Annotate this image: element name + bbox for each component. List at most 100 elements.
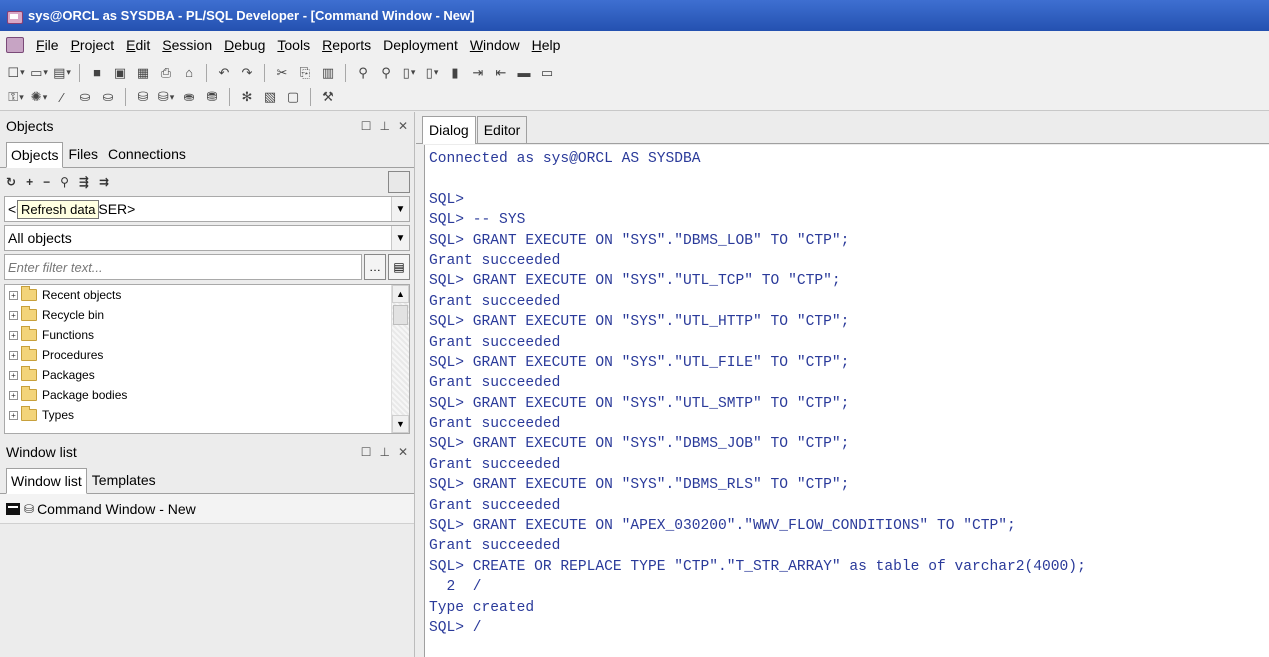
menu-item-edit[interactable]: Edit [120, 34, 156, 56]
menu-item-project[interactable]: Project [65, 34, 121, 56]
menu-item-deployment[interactable]: Deployment [377, 34, 464, 56]
float-icon[interactable]: ☐ [361, 445, 372, 459]
comment-icon[interactable]: ▬ [514, 63, 534, 83]
scroll-thumb[interactable] [393, 305, 408, 325]
print-icon[interactable]: ⎙ [156, 63, 176, 83]
expand-icon[interactable]: + [9, 390, 18, 400]
copy-icon[interactable]: ⎘ [295, 63, 315, 83]
object-type-combo[interactable]: All objects ▼ [4, 225, 410, 251]
new-icon[interactable]: ☐ [6, 63, 26, 83]
save-all-icon[interactable]: ▦ [133, 63, 153, 83]
indent-icon[interactable]: ⇥ [468, 63, 488, 83]
key-icon[interactable]: ⚿ [6, 87, 26, 107]
print-preview-icon[interactable]: ⌂ [179, 63, 199, 83]
expand-icon[interactable]: + [9, 370, 18, 380]
menu-item-help[interactable]: Help [526, 34, 567, 56]
expand-icon[interactable]: + [9, 410, 18, 420]
break-icon[interactable]: ⁄ [52, 87, 72, 107]
menu-item-tools[interactable]: Tools [271, 34, 316, 56]
document-icon[interactable]: ▢ [283, 87, 303, 107]
pin-icon[interactable]: ⊥ [379, 119, 389, 133]
chevron-down-icon[interactable]: ▼ [391, 197, 409, 221]
redo-icon[interactable]: ↷ [237, 63, 257, 83]
mdi-window-icon[interactable] [6, 37, 24, 53]
add-icon[interactable]: + [26, 175, 33, 189]
menu-label-part: ession [171, 37, 213, 53]
remove-icon[interactable]: − [43, 175, 50, 189]
tree-item[interactable]: + Types [5, 405, 409, 425]
output-line: SQL> GRANT EXECUTE ON "SYS"."UTL_TCP" TO… [429, 273, 841, 290]
menu-item-window[interactable]: Window [464, 34, 526, 56]
scroll-down-icon[interactable]: ▼ [392, 415, 409, 433]
window-list-tabs: Window list Templates [0, 466, 414, 494]
rollback-icon[interactable]: ⛀ [98, 87, 118, 107]
find-next-icon[interactable]: ⚲ [376, 63, 396, 83]
chevron-down-icon[interactable]: ▼ [391, 226, 409, 250]
expand-icon[interactable]: + [9, 330, 18, 340]
menu-item-session[interactable]: Session [156, 34, 218, 56]
test-window-icon[interactable]: ⛃ [202, 87, 222, 107]
float-icon[interactable]: ☐ [361, 119, 372, 133]
filter-settings-icon[interactable]: ▤ [388, 254, 410, 280]
menu-label-part: R [322, 37, 333, 53]
refresh-icon[interactable]: ↻ [6, 175, 16, 189]
pin-icon[interactable]: ⊥ [379, 445, 389, 459]
execute-icon[interactable]: ✺ [29, 87, 49, 107]
tree-scrollbar[interactable]: ▲ ▼ [391, 285, 409, 433]
tree-item[interactable]: + Packages [5, 365, 409, 385]
command-output[interactable]: Connected as sys@ORCL AS SYSDBA SQL> SQL> … [424, 145, 1269, 657]
undo-icon[interactable]: ↶ [214, 63, 234, 83]
unindent-icon[interactable]: ⇤ [491, 63, 511, 83]
tab-files[interactable]: Files [63, 141, 103, 167]
output-line: SQL> GRANT EXECUTE ON "SYS"."UTL_FILE" T… [429, 354, 850, 371]
menu-item-reports[interactable]: Reports [316, 34, 377, 56]
scroll-up-icon[interactable]: ▲ [392, 285, 409, 303]
find-icon[interactable]: ⚲ [353, 63, 373, 83]
format-icon[interactable]: ▮ [445, 63, 465, 83]
open-icon[interactable]: ▭ [29, 63, 49, 83]
find-icon[interactable]: ⚲ [60, 175, 69, 189]
tree-item[interactable]: + Procedures [5, 345, 409, 365]
query-builder-icon[interactable]: ▧ [260, 87, 280, 107]
close-icon[interactable]: ✕ [398, 445, 408, 459]
goto-bookmark-icon[interactable]: ▯ [422, 63, 442, 83]
close-icon[interactable]: ✕ [398, 119, 408, 133]
sql-window-icon[interactable]: ⛁ [156, 87, 176, 107]
preferences-icon[interactable]: ⚒ [318, 87, 338, 107]
user-combo[interactable]: <CURRENT USER> ▼ Refresh data [4, 196, 410, 222]
color-box[interactable] [388, 171, 410, 193]
bookmark-icon[interactable]: ▯ [399, 63, 419, 83]
commit-icon[interactable]: ⛀ [75, 87, 95, 107]
uncomment-icon[interactable]: ▭ [537, 63, 557, 83]
expand-icon[interactable]: + [9, 310, 18, 320]
expand-icon[interactable]: + [9, 350, 18, 360]
main-toolbar: ☐ ▭ ▤ ■ ▣ ▦ ⎙ ⌂ ↶ ↷ ✂ ⎘ ▥ ⚲ ⚲ ▯ ▯ ▮ ⇥ ⇤ … [0, 59, 1269, 86]
tab-connections[interactable]: Connections [103, 141, 191, 167]
list-item[interactable]: ⛁ Command Window - New [0, 494, 414, 524]
save-icon[interactable]: ■ [87, 63, 107, 83]
tab-objects[interactable]: Objects [6, 142, 64, 168]
filter-options-button[interactable]: … [364, 254, 386, 280]
tab-dialog[interactable]: Dialog [422, 116, 476, 144]
output-line: Grant succeeded [429, 456, 561, 473]
explain-plan-icon[interactable]: ⛂ [179, 87, 199, 107]
expand-icon[interactable]: + [9, 290, 18, 300]
filter-icon[interactable]: ⇶ [79, 175, 89, 189]
menu-item-debug[interactable]: Debug [218, 34, 271, 56]
tree-item[interactable]: + Functions [5, 325, 409, 345]
connect-icon[interactable]: ⛁ [133, 87, 153, 107]
tree-item[interactable]: + Recycle bin [5, 305, 409, 325]
report-icon[interactable]: ✻ [237, 87, 257, 107]
tab-editor[interactable]: Editor [476, 116, 528, 143]
print-setup-icon[interactable]: ▤ [52, 63, 72, 83]
tab-window-list[interactable]: Window list [6, 468, 87, 494]
folder-filter-icon[interactable]: ⇉ [99, 175, 109, 189]
tab-templates[interactable]: Templates [87, 467, 161, 493]
cut-icon[interactable]: ✂ [272, 63, 292, 83]
filter-input[interactable]: Enter filter text... [4, 254, 362, 280]
save-as-icon[interactable]: ▣ [110, 63, 130, 83]
tree-item[interactable]: + Package bodies [5, 385, 409, 405]
paste-icon[interactable]: ▥ [318, 63, 338, 83]
menu-item-file[interactable]: File [30, 34, 65, 56]
tree-item[interactable]: + Recent objects [5, 285, 409, 305]
